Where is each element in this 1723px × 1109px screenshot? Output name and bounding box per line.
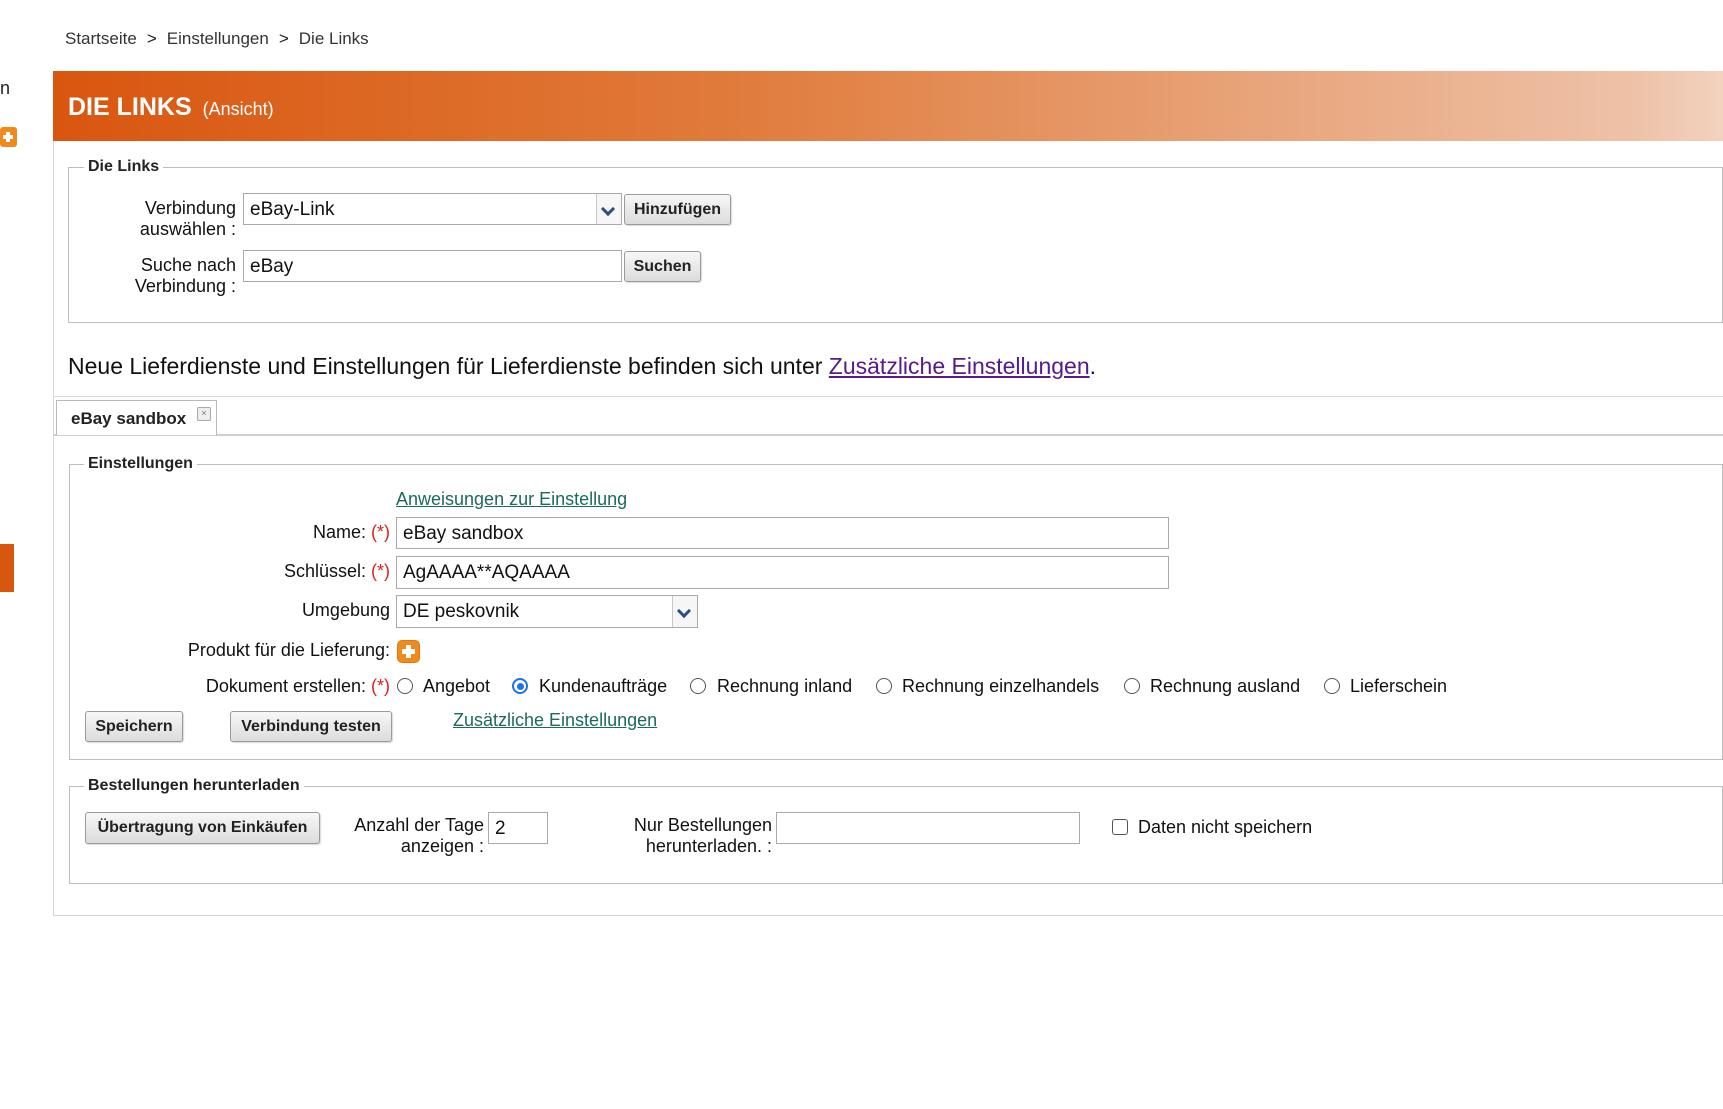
- extra-settings-link[interactable]: Zusätzliche Einstellungen: [453, 710, 657, 731]
- orders-legend: Bestellungen herunterladen: [84, 777, 304, 795]
- test-connection-button[interactable]: Verbindung testen: [230, 711, 392, 742]
- radio-label-rechnung-inland: Rechnung inland: [717, 676, 853, 696]
- required-marker: (*): [371, 522, 390, 542]
- chevron-down-icon[interactable]: [672, 596, 697, 627]
- connection-select-value: eBay-Link: [250, 199, 335, 220]
- product-label: Produkt für die Lieferung:: [187, 640, 390, 660]
- page-header: DIE LINKS (Ansicht): [53, 71, 1723, 141]
- sidebar-add-icon[interactable]: [0, 127, 17, 147]
- notice-suffix: .: [1089, 353, 1097, 379]
- sidebar-active-marker: [0, 544, 14, 592]
- only-orders-label: Nur Bestellungen herunterladen. :: [600, 815, 772, 857]
- environment-select-value: DE peskovnik: [403, 601, 520, 622]
- radio-label-rechnung-einzelhandels: Rechnung einzelhandels: [902, 676, 1100, 696]
- search-label: Suche nach Verbindung :: [110, 255, 236, 297]
- name-label: Name: (*): [150, 522, 390, 543]
- required-marker: (*): [371, 561, 390, 581]
- days-label-line2: anzeigen :: [400, 836, 484, 856]
- radio-label-lieferschein: Lieferschein: [1350, 676, 1448, 696]
- chevron-down-icon[interactable]: [596, 194, 621, 224]
- radio-angebot[interactable]: [397, 678, 413, 694]
- radio-rechnung-inland[interactable]: [690, 678, 706, 694]
- required-marker: (*): [371, 676, 390, 696]
- links-legend: Die Links: [84, 158, 164, 176]
- environment-label: Umgebung: [301, 600, 390, 620]
- page-title-text: DIE LINKS: [68, 93, 192, 121]
- settings-legend: Einstellungen: [84, 455, 197, 473]
- page-title: DIE LINKS (Ansicht): [68, 93, 274, 122]
- links-fieldset: [68, 167, 1723, 323]
- radio-label-kundenauftraege: Kundenaufträge: [539, 676, 668, 696]
- breadcrumb: Startseite > Einstellungen > Die Links: [65, 29, 369, 49]
- days-label-line1: Anzahl der Tage: [354, 815, 484, 835]
- search-input[interactable]: eBay: [243, 250, 622, 282]
- only-orders-label-line2: herunterladen. :: [645, 836, 772, 856]
- breadcrumb-separator: >: [146, 29, 157, 48]
- only-orders-input[interactable]: [776, 812, 1080, 844]
- add-product-icon[interactable]: [398, 641, 419, 662]
- save-button[interactable]: Speichern: [85, 711, 183, 742]
- tab-ebay-sandbox[interactable]: eBay sandbox ×: [56, 400, 217, 435]
- radio-label-rechnung-ausland: Rechnung ausland: [1150, 676, 1301, 696]
- key-label: Schlüssel: (*): [150, 561, 390, 582]
- radio-rechnung-ausland[interactable]: [1124, 678, 1140, 694]
- search-button[interactable]: Suchen: [624, 251, 701, 282]
- sidebar-fragment-text: n: [0, 78, 11, 98]
- search-label-line1: Suche nach: [140, 255, 236, 275]
- document-label-text: Dokument erstellen:: [205, 676, 366, 696]
- tab-label: eBay sandbox: [71, 409, 187, 428]
- only-orders-label-line1: Nur Bestellungen: [633, 815, 772, 835]
- environment-select[interactable]: DE peskovnik: [396, 595, 698, 628]
- breadcrumb-current: Die Links: [298, 29, 369, 48]
- name-label-text: Name:: [312, 522, 366, 542]
- connection-label-line2: auswählen :: [139, 219, 236, 239]
- close-icon[interactable]: ×: [197, 407, 211, 421]
- breadcrumb-separator: >: [278, 29, 289, 48]
- days-input[interactable]: 2: [488, 812, 548, 844]
- page-subtitle: (Ansicht): [202, 99, 274, 119]
- notice-message: Neue Lieferdienste und Einstellungen für…: [68, 353, 829, 379]
- radio-lieferschein[interactable]: [1324, 678, 1340, 694]
- connection-label-line1: Verbindung: [144, 198, 236, 218]
- key-label-text: Schlüssel:: [283, 561, 366, 581]
- document-label: Dokument erstellen: (*): [150, 676, 390, 697]
- name-input[interactable]: eBay sandbox: [396, 517, 1169, 549]
- search-label-line2: Verbindung :: [134, 276, 236, 296]
- tab-strip-bottom: [53, 434, 1723, 436]
- transfer-purchases-button[interactable]: Übertragung von Einkäufen: [85, 812, 320, 844]
- connection-label: Verbindung auswählen :: [110, 198, 236, 240]
- tab-strip-top: [53, 396, 1723, 397]
- key-input[interactable]: AgAAAA**AQAAAA: [396, 556, 1169, 589]
- connection-select[interactable]: eBay-Link: [243, 193, 622, 225]
- radio-rechnung-einzelhandels[interactable]: [876, 678, 892, 694]
- no-save-label: Daten nicht speichern: [1138, 817, 1313, 837]
- breadcrumb-settings[interactable]: Einstellungen: [167, 29, 269, 48]
- radio-label-angebot: Angebot: [423, 676, 491, 696]
- instructions-link[interactable]: Anweisungen zur Einstellung: [396, 489, 627, 510]
- breadcrumb-home[interactable]: Startseite: [65, 29, 137, 48]
- days-label: Anzahl der Tage anzeigen :: [330, 815, 484, 857]
- additional-settings-link[interactable]: Zusätzliche Einstellungen: [829, 353, 1090, 379]
- no-save-checkbox[interactable]: [1112, 819, 1128, 835]
- radio-kundenauftraege[interactable]: [512, 678, 528, 694]
- notice-text: Neue Lieferdienste und Einstellungen für…: [68, 353, 1096, 380]
- add-connection-button[interactable]: Hinzufügen: [624, 194, 731, 225]
